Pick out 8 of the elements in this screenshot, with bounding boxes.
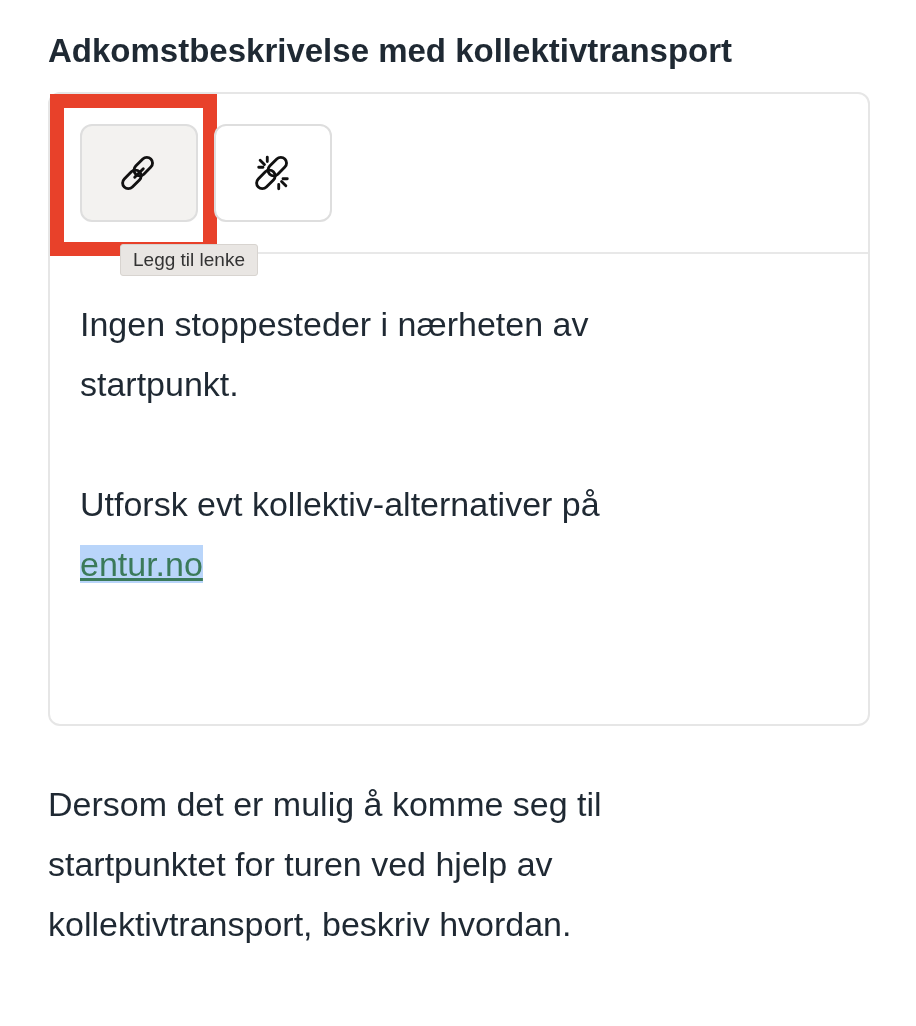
help-text: Dersom det er mulig å komme seg til startpunktet for turen ved hjelp av kollektivtransport, beskriv hvordan. [48, 784, 603, 945]
editor-paragraph: Utforsk evt kollektiv-alternativer på entur.no [80, 484, 601, 585]
tooltip: Legg til lenke [120, 244, 258, 276]
link-button[interactable] [80, 124, 198, 222]
editor-paragraph: Ingen stoppesteder i nærheten av startpunkt. [80, 304, 590, 405]
unlink-button[interactable] [214, 124, 332, 222]
section-heading: Adkomstbeskrivelse med kollektivtransport [48, 31, 734, 71]
text-editor[interactable]: Legg til lenke Ingen stoppesteder i nærheten av startpunkt. Utforsk evt kollektiv-alternativer på entur.no [48, 92, 870, 726]
